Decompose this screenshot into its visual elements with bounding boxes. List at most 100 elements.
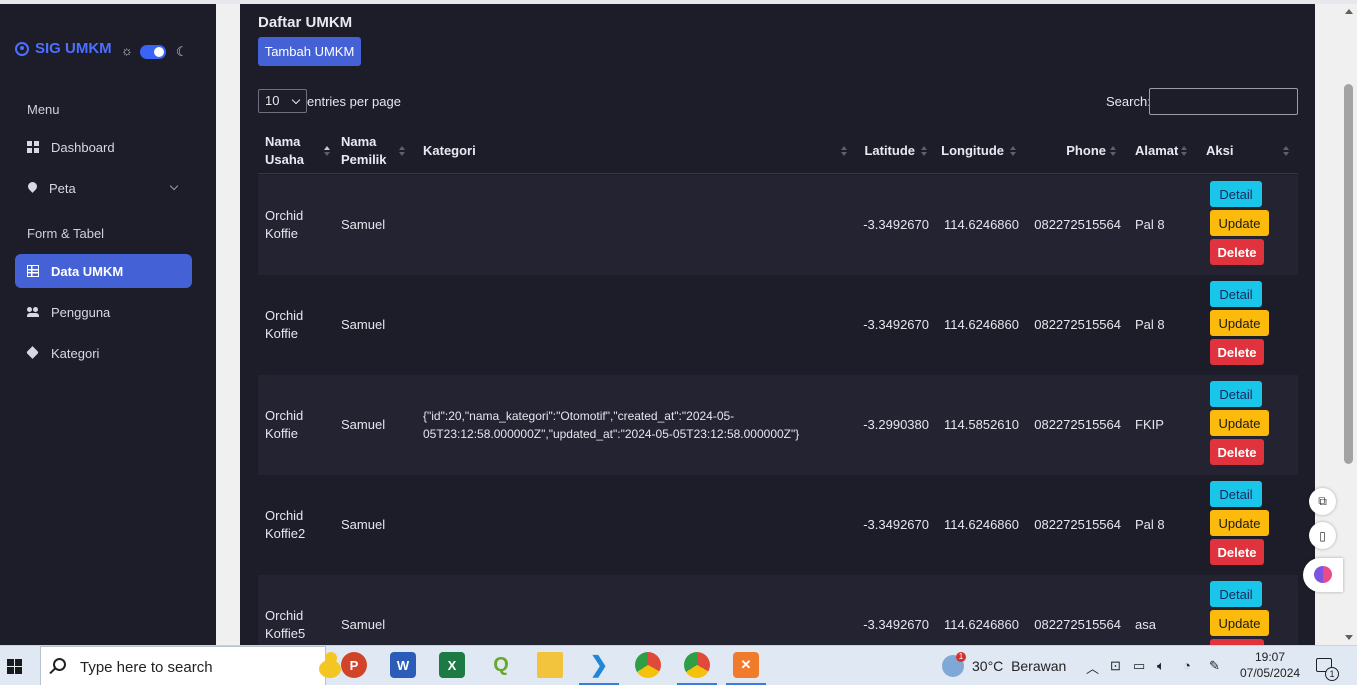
- users-icon: [27, 306, 39, 318]
- entries-select-value: 10: [265, 93, 280, 108]
- translate-icon[interactable]: ⧉: [1309, 488, 1336, 515]
- add-umkm-button[interactable]: Tambah UMKM: [258, 37, 361, 66]
- cell-phone: 082272515564: [1034, 317, 1121, 332]
- brand[interactable]: SIG UMKM: [15, 40, 112, 57]
- sort-icon: [1181, 146, 1187, 156]
- detail-button[interactable]: Detail: [1210, 281, 1262, 307]
- chevron-up-icon[interactable]: ︿: [1086, 658, 1099, 677]
- reader-icon[interactable]: ▯: [1309, 522, 1336, 549]
- speaker-icon[interactable]: 🔈︎: [1157, 658, 1165, 674]
- delete-button[interactable]: Delete: [1210, 339, 1264, 365]
- delete-button[interactable]: Delete: [1210, 539, 1264, 565]
- excel-icon[interactable]: X: [439, 652, 465, 678]
- notification-count: 1: [1325, 667, 1339, 681]
- cell-longitude: 114.6246860: [944, 217, 1019, 232]
- cell-nama-usaha: Orchid Koffie: [265, 408, 304, 441]
- cell-longitude: 114.6246860: [944, 517, 1019, 532]
- col-nama-pemilik[interactable]: Nama Pemilik: [341, 128, 411, 174]
- taskbar-search-placeholder: Type here to search: [80, 659, 213, 676]
- brand-name: SIG UMKM: [35, 40, 112, 57]
- vscode-icon[interactable]: ❯: [586, 652, 612, 678]
- row-actions: Detail Update Delete: [1210, 481, 1270, 568]
- clock-date: 07/05/2024: [1240, 666, 1301, 680]
- detail-button[interactable]: Detail: [1210, 581, 1262, 607]
- col-latitude[interactable]: Latitude: [858, 128, 915, 174]
- col-phone[interactable]: Phone: [1048, 128, 1106, 174]
- update-button[interactable]: Update: [1210, 610, 1269, 636]
- brain-extension-icon[interactable]: [1303, 558, 1343, 592]
- scroll-up-arrow-icon[interactable]: [1345, 9, 1353, 14]
- cell-kategori: [423, 575, 853, 645]
- col-alamat[interactable]: Alamat: [1135, 128, 1185, 174]
- sort-icon: [1110, 146, 1116, 156]
- update-button[interactable]: Update: [1210, 210, 1269, 236]
- xampp-icon[interactable]: ✕: [733, 652, 759, 678]
- clock[interactable]: 19:07 07/05/2024: [1240, 649, 1300, 681]
- detail-button[interactable]: Detail: [1210, 181, 1262, 207]
- battery-icon[interactable]: ▭: [1133, 658, 1145, 674]
- entries-select[interactable]: 10: [258, 89, 307, 113]
- powerpoint-icon[interactable]: P: [341, 652, 367, 678]
- cell-nama-pemilik: Samuel: [341, 517, 386, 532]
- row-actions: Detail Update Delete: [1210, 381, 1270, 468]
- windows-start-icon[interactable]: [7, 659, 22, 674]
- update-button[interactable]: Update: [1210, 310, 1269, 336]
- col-label: Phone: [1066, 143, 1106, 158]
- sidebar-item-dashboard[interactable]: Dashboard: [15, 130, 192, 164]
- cell-phone: 082272515564: [1034, 517, 1121, 532]
- cell-longitude: 114.6246860: [944, 617, 1019, 632]
- cell-alamat: Pal 8: [1135, 517, 1165, 532]
- cell-phone: 082272515564: [1034, 217, 1121, 232]
- delete-button[interactable]: Delete: [1210, 439, 1264, 465]
- detail-button[interactable]: Detail: [1210, 381, 1262, 407]
- col-label: Pemilik: [341, 152, 387, 167]
- sidebar-item-peta[interactable]: Peta: [15, 171, 192, 205]
- chevron-down-icon: [169, 181, 179, 191]
- vertical-scrollbar[interactable]: [1340, 4, 1357, 645]
- cell-phone: 082272515564: [1034, 417, 1121, 432]
- row-actions: Detail Update Delete: [1210, 281, 1270, 368]
- chrome-profile-icon[interactable]: [684, 652, 710, 678]
- wifi-icon[interactable]: ◔: [1183, 658, 1191, 673]
- network-adapter-icon[interactable]: ⊡: [1110, 658, 1121, 674]
- word-icon[interactable]: W: [390, 652, 416, 678]
- sun-icon: ☼: [121, 43, 133, 58]
- delete-button[interactable]: Delete: [1210, 239, 1264, 265]
- weather-text[interactable]: 30°C Berawan: [972, 658, 1066, 674]
- detail-button[interactable]: Detail: [1210, 481, 1262, 507]
- qgis-icon[interactable]: Q: [488, 652, 514, 678]
- sidebar-item-kategori[interactable]: Kategori: [15, 336, 192, 370]
- search-icon: [53, 658, 66, 671]
- update-button[interactable]: Update: [1210, 410, 1269, 436]
- search-input[interactable]: [1149, 88, 1298, 115]
- sidebar-item-label: Peta: [49, 180, 76, 196]
- pen-icon[interactable]: ✎: [1209, 658, 1220, 674]
- sidebar-item-data-umkm[interactable]: Data UMKM: [15, 254, 192, 288]
- col-label: Nama: [341, 134, 377, 149]
- cell-latitude: -3.3492670: [863, 317, 929, 332]
- cell-nama-pemilik: Samuel: [341, 417, 386, 432]
- moon-icon: ☾: [176, 44, 188, 59]
- cell-nama-usaha: Orchid Koffie2: [265, 508, 306, 541]
- col-nama-usaha[interactable]: Nama Usaha: [265, 128, 335, 174]
- sidebar-item-label: Data UMKM: [51, 263, 124, 279]
- sort-icon: [324, 146, 330, 156]
- chrome-icon[interactable]: [635, 652, 661, 678]
- file-explorer-icon[interactable]: [537, 652, 563, 678]
- scroll-down-arrow-icon[interactable]: [1345, 635, 1353, 640]
- col-aksi[interactable]: Aksi: [1206, 128, 1286, 174]
- cell-alamat: Pal 8: [1135, 217, 1165, 232]
- sidebar-item-pengguna[interactable]: Pengguna: [15, 295, 192, 329]
- taskbar-search[interactable]: Type here to search: [40, 646, 341, 685]
- theme-toggle[interactable]: [140, 45, 166, 59]
- col-label: Kategori: [423, 143, 476, 158]
- scroll-thumb[interactable]: [1344, 84, 1353, 464]
- col-longitude[interactable]: Longitude: [938, 128, 1004, 174]
- user-circle-icon: [15, 41, 29, 56]
- table-row: Orchid Koffie5 Samuel -3.3492670 114.6246…: [258, 575, 1298, 645]
- tag-icon: [27, 347, 39, 359]
- update-button[interactable]: Update: [1210, 510, 1269, 536]
- cell-nama-usaha: Orchid Koffie: [265, 308, 304, 341]
- sort-icon: [1283, 146, 1289, 156]
- col-kategori[interactable]: Kategori: [423, 128, 853, 174]
